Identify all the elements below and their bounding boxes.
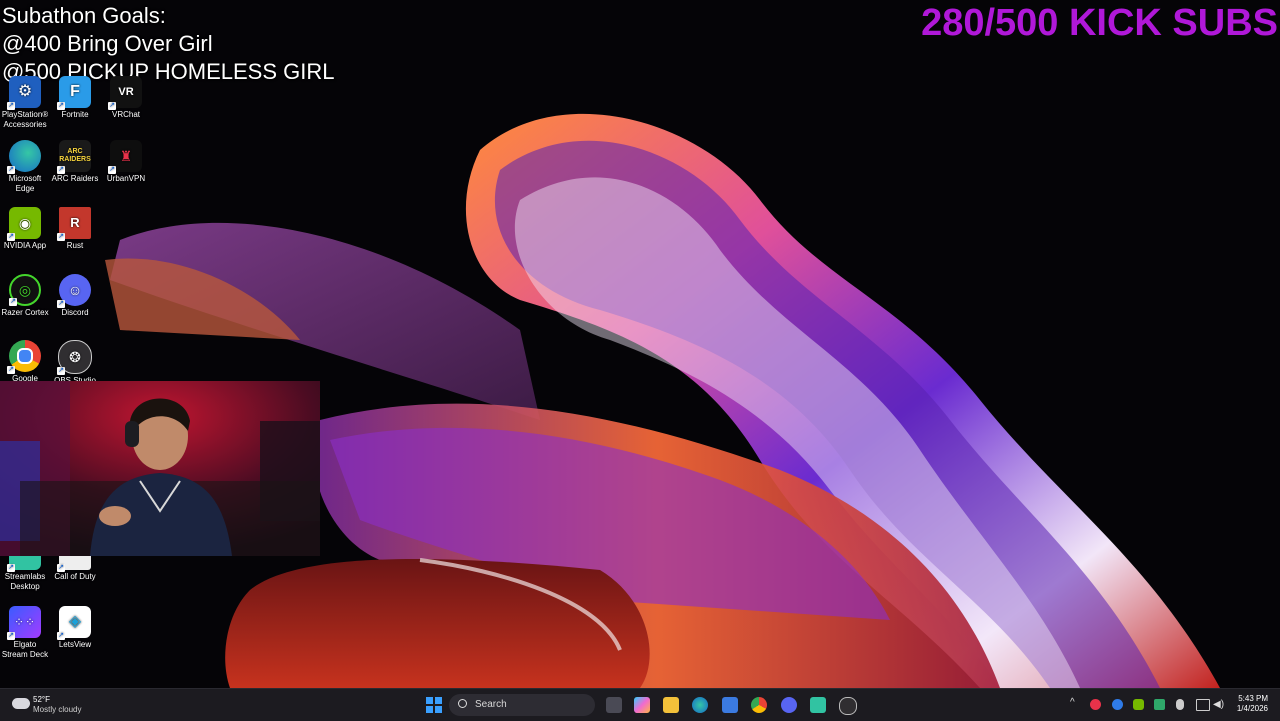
desktop-icon-razer[interactable]: ◎ ↗ Razer Cortex [0,274,50,318]
goals-title: Subathon Goals: [2,3,166,28]
edge-icon: ↗ [7,140,41,174]
desktop-icon-letsview[interactable]: ◈ ↗ LetsView [50,606,100,650]
taskbar: 52°F Mostly cloudy Search ^ ◀) 5:43 PM 1… [0,688,1280,721]
search-placeholder: Search [475,699,507,710]
desktop-icon-label: NVIDIA App [3,241,47,250]
windows-start-icon[interactable] [426,697,442,713]
desktop-icon-urbanvpn[interactable]: ♜ ↗ UrbanVPN [101,140,151,184]
search-icon [458,699,467,708]
desktop-icon-playstation[interactable]: ⚙ ↗ PlayStation® Accessories [0,76,50,130]
fortnite-icon: F ↗ [57,76,91,110]
file-explorer-icon[interactable] [663,697,679,713]
stream-deck-icon: ⁘⁘ ↗ [7,606,41,640]
nvidia-icon: ◉ ↗ [7,207,41,241]
desktop-icon-fortnite[interactable]: F ↗ Fortnite [50,76,100,120]
nvidia-tray-icon[interactable] [1133,699,1144,710]
letsview-icon: ◈ ↗ [57,606,91,640]
desktop-icon-label: Rust [66,241,84,250]
streamlabs-taskbar-icon[interactable] [810,697,826,713]
desktop-icon-google[interactable]: ↗ Google [0,340,50,384]
discord-icon: ☺ ↗ [57,274,91,308]
chrome-taskbar-icon[interactable] [751,697,767,713]
razer-icon: ◎ ↗ [9,274,41,306]
desktop-icon-arc-raiders[interactable]: ARC RAIDERS ↗ ARC Raiders [50,140,100,184]
clock-time: 5:43 PM [1238,694,1268,703]
desktop-icon-call-of-duty[interactable]: ↗ Call of Duty [50,556,100,582]
subathon-goals-overlay: Subathon Goals: @400 Bring Over Girl @50… [2,2,335,86]
chrome-icon: ↗ [7,340,41,374]
clock[interactable]: 5:43 PM 1/4/2026 [1228,694,1268,714]
desktop-icon-label: VRChat [111,110,140,119]
webcam-overlay [0,381,320,556]
taskbar-search[interactable]: Search [449,694,595,716]
desktop-icon-label: Razer Cortex [1,308,49,317]
obs-taskbar-icon[interactable] [839,697,857,715]
weather-desc: Mostly cloudy [33,705,82,714]
desktop-wallpaper [0,0,1280,688]
gear-icon: ⚙ ↗ [7,76,41,110]
call-of-duty-icon: ↗ [57,556,91,572]
desktop-icon-streamlabs[interactable]: ↗ Streamlabs Desktop [0,556,50,592]
network-icon[interactable] [1196,699,1210,711]
copilot-icon[interactable] [634,697,650,713]
edge-taskbar-icon[interactable] [692,697,708,713]
arc-raiders-icon: ARC RAIDERS ↗ [57,140,91,174]
task-view-icon[interactable] [606,697,622,713]
weather-widget[interactable]: 52°F Mostly cloudy [10,694,100,716]
desktop-icon-label: ARC Raiders [51,174,99,183]
bluetooth-icon[interactable] [1112,699,1123,710]
webcam-feed [0,381,320,556]
desktop-icon-label: PlayStation® Accessories [1,110,49,129]
desktop-icon-elgato[interactable]: ⁘⁘ ↗ Elgato Stream Deck [0,606,50,660]
rust-icon: R ↗ [57,207,91,241]
desktop-icon-discord[interactable]: ☺ ↗ Discord [50,274,100,318]
store-icon[interactable] [722,697,738,713]
tray-app-icon[interactable] [1090,699,1101,710]
desktop-icon-label: UrbanVPN [106,174,146,183]
desktop-icon-vrchat[interactable]: VR ↗ VRChat [101,76,151,120]
goal-400: @400 Bring Over Girl [2,31,213,56]
discord-taskbar-icon[interactable] [781,697,797,713]
desktop-icon-label: Streamlabs Desktop [4,572,46,591]
volume-icon[interactable]: ◀) [1213,699,1224,710]
clock-date: 1/4/2026 [1236,704,1268,713]
kick-sub-counter: 280/500 KICK SUBS [921,2,1278,44]
desktop-icon-label: LetsView [58,640,92,649]
desktop-icon-nvidia[interactable]: ◉ ↗ NVIDIA App [0,207,50,251]
urbanvpn-icon: ♜ ↗ [108,140,142,174]
desktop-icon-label: Fortnite [61,110,89,119]
vrchat-icon: VR ↗ [108,76,142,110]
desktop-icon-label: Call of Duty [54,572,96,581]
weather-temp: 52°F [33,695,50,704]
desktop-icon-edge[interactable]: ↗ Microsoft Edge [0,140,50,194]
desktop-icon-rust[interactable]: R ↗ Rust [50,207,100,251]
desktop-icon-label: Discord [61,308,89,317]
defender-icon[interactable] [1154,699,1165,710]
microphone-icon[interactable] [1176,699,1184,710]
streamlabs-icon: ↗ [7,556,41,572]
cloud-icon [12,698,30,709]
wallpaper-art [105,113,1220,688]
obs-icon: ❂ ↗ [57,340,92,375]
desktop-icon-label: Microsoft Edge [8,174,42,193]
tray-chevron-icon[interactable]: ^ [1070,697,1075,708]
desktop-icon-obs[interactable]: ❂ ↗ OBS Studio [50,340,100,386]
desktop-icon-label: Elgato Stream Deck [1,640,49,659]
